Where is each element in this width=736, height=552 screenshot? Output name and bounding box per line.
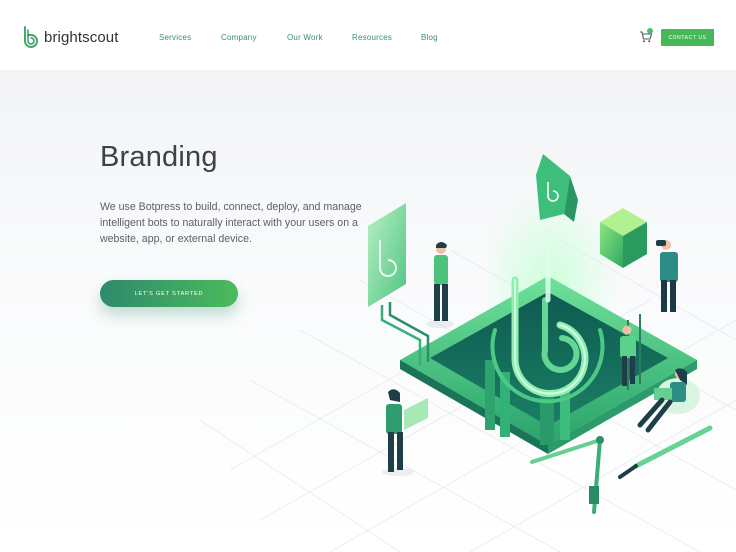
nav-item-resources[interactable]: Resources: [352, 33, 392, 42]
page-title: Branding: [100, 141, 218, 173]
nav-item-blog[interactable]: Blog: [421, 33, 438, 42]
site-header: brightscout Services Company Our Work Re…: [0, 0, 736, 70]
contact-us-button[interactable]: CONTACT US: [661, 29, 714, 46]
cart-badge: [647, 28, 653, 34]
nav-item-our-work[interactable]: Our Work: [287, 33, 323, 42]
nav-item-services[interactable]: Services: [159, 33, 191, 42]
get-started-button[interactable]: LET'S GET STARTED: [100, 280, 238, 307]
brand-logo-icon: [24, 26, 38, 48]
brand-name: brightscout: [44, 28, 119, 46]
nav-item-company[interactable]: Company: [221, 33, 257, 42]
hero-description: We use Botpress to build, connect, deplo…: [100, 201, 362, 245]
brand-logo[interactable]: brightscout: [22, 26, 118, 48]
